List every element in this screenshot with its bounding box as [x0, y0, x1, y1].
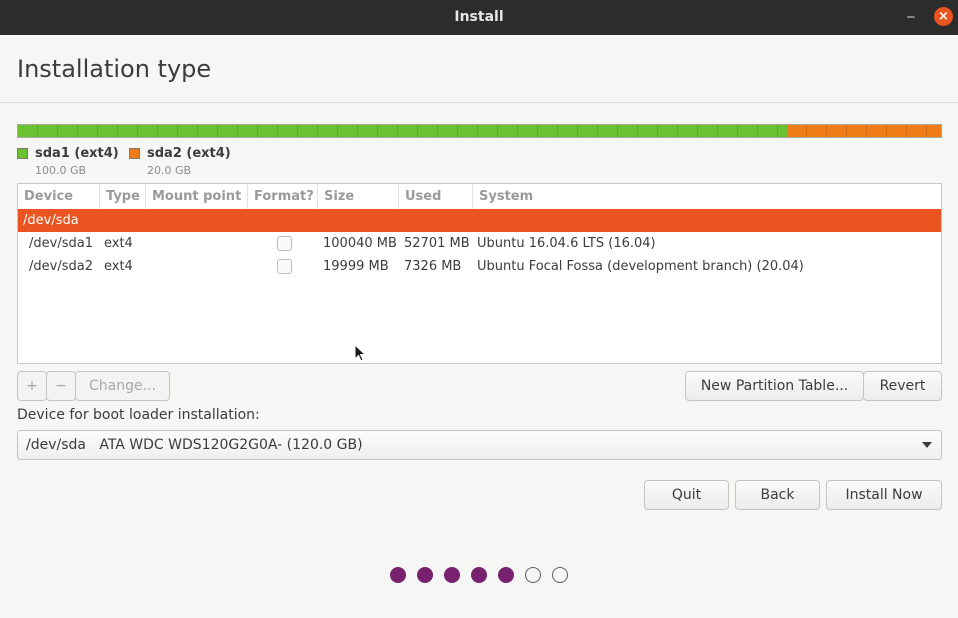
progress-dot — [498, 567, 514, 583]
used-cell: 7326 MB — [404, 259, 462, 274]
page-title: Installation type — [17, 55, 212, 83]
bootloader-label: Device for boot loader installation: — [17, 407, 260, 423]
column-header-mount-point[interactable]: Mount point — [146, 184, 248, 209]
column-header-device[interactable]: Device — [18, 184, 100, 209]
bootloader-device-select[interactable]: /dev/sda ATA WDC WDS120G2G0A- (120.0 GB) — [17, 430, 942, 460]
partition-bar-sda2 — [787, 125, 941, 137]
device-cell: /dev/sda2 — [29, 259, 93, 274]
add-partition-button[interactable]: + — [17, 371, 47, 401]
progress-dot — [552, 567, 568, 583]
progress-dot — [444, 567, 460, 583]
column-header-used[interactable]: Used — [399, 184, 473, 209]
legend-size: 100.0 GB — [35, 164, 87, 177]
format-checkbox[interactable] — [277, 236, 292, 251]
column-header-size[interactable]: Size — [318, 184, 399, 209]
new-partition-table-button[interactable]: New Partition Table... — [685, 371, 864, 401]
legend-swatch-sda2 — [129, 148, 140, 159]
used-cell: 52701 MB — [404, 236, 470, 251]
legend-name: sda1 (ext4) — [35, 146, 119, 161]
progress-dot — [471, 567, 487, 583]
remove-partition-button[interactable]: − — [46, 371, 76, 401]
revert-button[interactable]: Revert — [863, 371, 942, 401]
table-row-disk[interactable]: /dev/sda — [18, 209, 941, 232]
close-icon[interactable]: × — [934, 7, 953, 26]
header-divider — [0, 102, 958, 103]
table-row[interactable]: /dev/sda2 ext4 19999 MB 7326 MB Ubuntu F… — [18, 255, 941, 278]
format-checkbox[interactable] — [277, 259, 292, 274]
progress-dot — [417, 567, 433, 583]
bootloader-device-value: /dev/sda ATA WDC WDS120G2G0A- (120.0 GB) — [26, 437, 363, 453]
progress-dot — [390, 567, 406, 583]
dropdown-arrow-icon — [922, 442, 932, 448]
partition-bar-sda1 — [18, 125, 788, 137]
install-now-button[interactable]: Install Now — [826, 480, 942, 510]
type-cell: ext4 — [104, 236, 133, 251]
column-header-format[interactable]: Format? — [248, 184, 318, 209]
legend-swatch-sda1 — [17, 148, 28, 159]
device-cell: /dev/sda — [23, 213, 79, 228]
change-partition-button[interactable]: Change... — [75, 371, 170, 401]
type-cell: ext4 — [104, 259, 133, 274]
legend-name: sda2 (ext4) — [147, 146, 231, 161]
column-header-type[interactable]: Type — [100, 184, 146, 209]
column-header-system[interactable]: System — [473, 184, 941, 209]
progress-dot — [525, 567, 541, 583]
size-cell: 100040 MB — [323, 236, 397, 251]
window-title: Install — [454, 9, 504, 25]
system-cell: Ubuntu Focal Fossa (development branch) … — [477, 259, 804, 274]
device-cell: /dev/sda1 — [29, 236, 93, 251]
partition-bar — [17, 124, 942, 138]
mouse-cursor-icon — [354, 344, 366, 362]
system-cell: Ubuntu 16.04.6 LTS (16.04) — [477, 236, 656, 251]
size-cell: 19999 MB — [323, 259, 389, 274]
legend-size: 20.0 GB — [147, 164, 192, 177]
back-button[interactable]: Back — [735, 480, 820, 510]
table-row[interactable]: /dev/sda1 ext4 100040 MB 52701 MB Ubuntu… — [18, 232, 941, 255]
table-header: Device Type Mount point Format? Size Use… — [18, 184, 941, 209]
title-bar: Install ‒ × — [0, 0, 958, 35]
minimize-icon[interactable]: ‒ — [903, 8, 919, 26]
partition-table[interactable]: Device Type Mount point Format? Size Use… — [17, 183, 942, 364]
quit-button[interactable]: Quit — [644, 480, 729, 510]
